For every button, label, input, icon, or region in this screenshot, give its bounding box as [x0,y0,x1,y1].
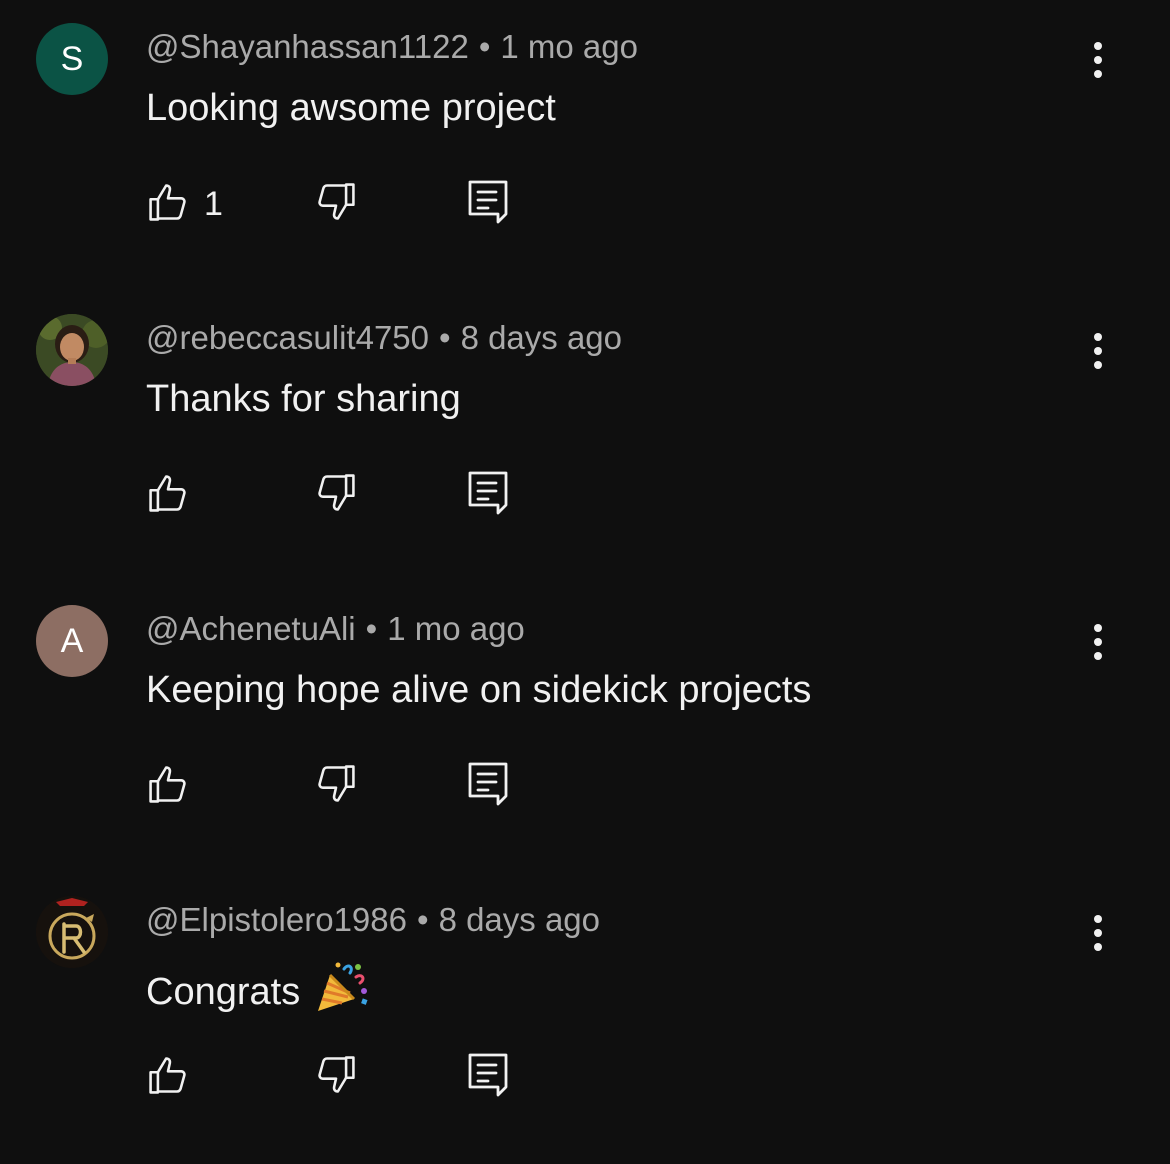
crest-logo-icon [36,896,108,968]
comment-meta: @Shayanhassan1122 • 1 mo ago [146,28,638,66]
reply-button[interactable] [466,455,510,535]
comment: @rebeccasulit4750 • 8 days ago Thanks for … [0,291,1170,582]
reply-button[interactable] [466,1037,510,1117]
reply-comment-icon [466,760,510,813]
separator-dot: • [439,319,451,356]
comment-body: Thanks for sharing [146,378,461,420]
dislike-button[interactable] [314,1037,358,1117]
avatar[interactable]: S [36,23,108,95]
comment-timestamp[interactable]: 8 days ago [439,901,600,938]
more-options-icon[interactable] [1078,321,1118,381]
reply-comment-icon [466,178,510,231]
like-button[interactable] [146,746,204,826]
thumbs-down-icon [314,471,358,520]
person-photo-icon [36,314,108,386]
comment: A @AchenetuAli • 1 mo ago Keeping hope ali… [0,582,1170,873]
more-options-icon[interactable] [1078,30,1118,90]
avatar[interactable] [36,896,108,968]
thumbs-up-icon [146,1053,190,1102]
dislike-button[interactable] [314,164,358,244]
like-button[interactable] [146,1037,204,1117]
comment-actions [146,1037,546,1117]
comment-body: Keeping hope alive on sidekick projects [146,669,812,711]
comment-timestamp[interactable]: 1 mo ago [500,28,638,65]
comment-text: Congrats [146,959,370,1025]
dislike-button[interactable] [314,746,358,826]
thumbs-down-icon [314,1053,358,1102]
comment-author[interactable]: @AchenetuAli [146,610,356,647]
thumbs-down-icon [314,762,358,811]
comment-timestamp[interactable]: 1 mo ago [387,610,525,647]
more-options-icon[interactable] [1078,903,1118,963]
comment-author[interactable]: @rebeccasulit4750 [146,319,429,356]
avatar[interactable] [36,314,108,386]
comment-text: Keeping hope alive on sidekick projects [146,668,811,712]
comment: S @Shayanhassan1122 • 1 mo ago Looking aws… [0,0,1170,291]
comment-actions: 1 [146,164,546,244]
comment-body: Congrats [146,971,301,1013]
thumbs-down-icon [314,180,358,229]
reply-comment-icon [466,1051,510,1104]
comment-text: Looking awsome project [146,86,556,130]
reply-comment-icon [466,469,510,522]
separator-dot: • [365,610,378,647]
separator-dot: • [417,901,429,938]
thumbs-up-icon [146,762,190,811]
comment-meta: @rebeccasulit4750 • 8 days ago [146,319,622,357]
reply-button[interactable] [466,164,510,244]
dislike-button[interactable] [314,455,358,535]
comment-meta: @AchenetuAli • 1 mo ago [146,610,525,648]
like-count: 1 [204,184,223,223]
separator-dot: • [478,28,491,65]
comment-actions [146,455,546,535]
avatar-letter: A [60,621,84,660]
avatar[interactable]: A [36,605,108,677]
like-button[interactable] [146,455,204,535]
comment-meta: @Elpistolero1986 • 8 days ago [146,901,600,939]
party-popper-icon [314,959,370,1025]
avatar-letter: S [60,39,84,78]
comment-author[interactable]: @Shayanhassan1122 [146,28,469,65]
comment-author[interactable]: @Elpistolero1986 [146,901,407,938]
comment-actions [146,746,546,826]
comment-body: Looking awsome project [146,87,556,129]
like-button[interactable]: 1 [146,164,223,244]
reply-button[interactable] [466,746,510,826]
more-options-icon[interactable] [1078,612,1118,672]
thumbs-up-icon [146,180,190,229]
thumbs-up-icon [146,471,190,520]
comment: @Elpistolero1986 • 8 days ago Congrats [0,873,1170,1164]
comment-text: Thanks for sharing [146,377,461,421]
comment-timestamp[interactable]: 8 days ago [461,319,622,356]
